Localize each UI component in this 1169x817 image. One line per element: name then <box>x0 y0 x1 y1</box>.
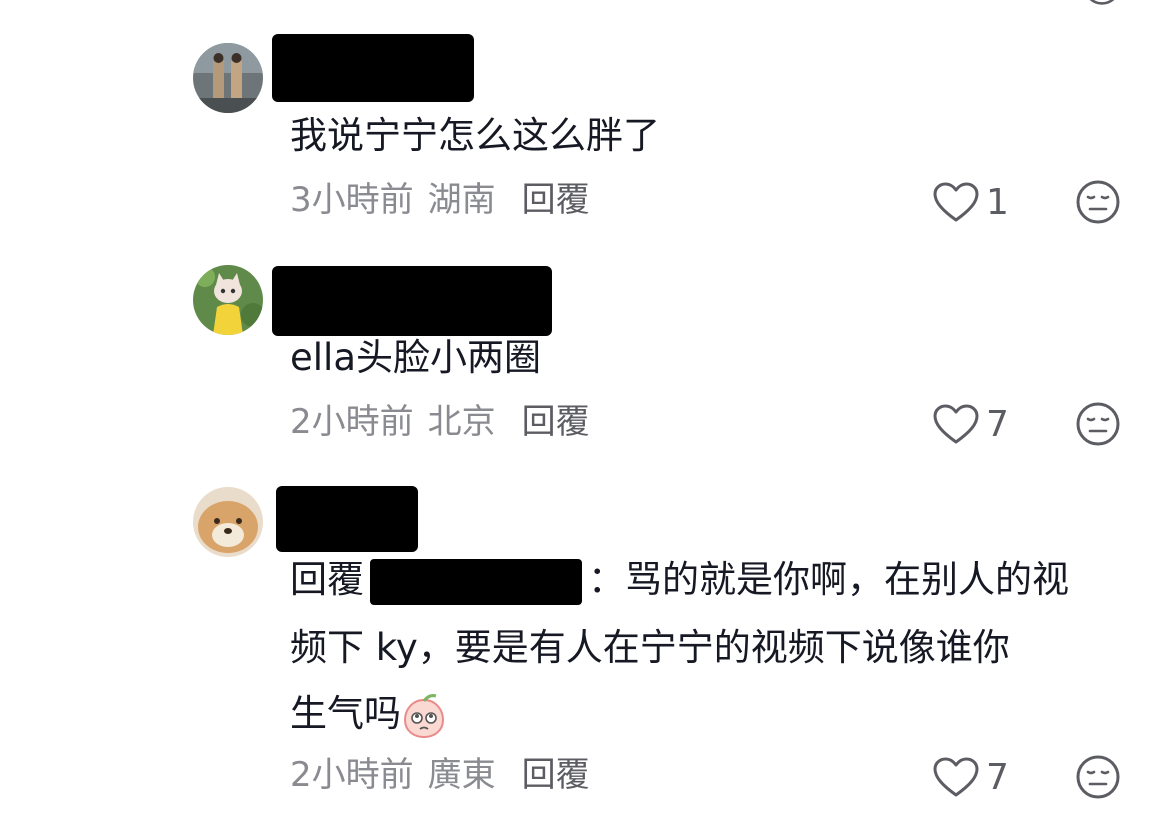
comment-time: 3小時前 <box>290 180 414 220</box>
colon: ： <box>588 558 625 601</box>
heart-icon <box>933 182 979 222</box>
like-count: 1 <box>986 181 1009 223</box>
comment-location: 廣東 <box>427 755 496 795</box>
comment-text: ella头脸小两圈 <box>290 336 541 379</box>
comment-text-line: 频下 ky，要是有人在宁宁的视频下说像谁你 <box>290 626 1010 669</box>
like-count: 7 <box>986 403 1009 445</box>
dislike-face-icon <box>1076 402 1120 446</box>
comment-text-line: 生气吗 <box>290 684 447 744</box>
comment-text: 骂的就是你啊，在别人的视 <box>625 558 1069 601</box>
dislike-face-icon <box>1076 755 1120 799</box>
comment-location: 湖南 <box>427 180 496 220</box>
redacted-username <box>272 34 474 102</box>
dislike-button[interactable] <box>1075 401 1121 447</box>
like-button[interactable]: 7 <box>932 402 1009 446</box>
dislike-face-icon[interactable] <box>1082 0 1122 6</box>
comment-time: 2小時前 <box>290 755 414 795</box>
comment-location: 北京 <box>427 402 496 442</box>
heart-icon <box>933 757 979 797</box>
redacted-username <box>272 266 552 336</box>
reply-button[interactable]: 回覆 <box>522 180 590 220</box>
comment-meta: 2小時前 廣東 回覆 <box>290 753 590 797</box>
reply-prefix: 回覆 <box>290 558 364 601</box>
avatar[interactable] <box>193 43 263 113</box>
dislike-button[interactable] <box>1075 754 1121 800</box>
like-button[interactable]: 1 <box>932 180 1009 224</box>
comment-text: 生气吗 <box>290 692 401 735</box>
avatar[interactable] <box>193 265 263 335</box>
comment-text-line: 回覆 ：骂的就是你啊，在别人的视 <box>290 550 1069 610</box>
like-count: 7 <box>986 756 1009 798</box>
reply-button[interactable]: 回覆 <box>522 402 590 442</box>
comment-meta: 2小時前 北京 回覆 <box>290 400 590 444</box>
redacted-username <box>276 486 418 552</box>
dislike-face-icon <box>1076 180 1120 224</box>
avatar[interactable] <box>193 487 263 557</box>
dislike-button[interactable] <box>1075 179 1121 225</box>
like-button[interactable]: 7 <box>932 755 1009 799</box>
heart-icon <box>933 404 979 444</box>
peach-emoji-icon <box>401 693 447 739</box>
reply-button[interactable]: 回覆 <box>522 755 590 795</box>
comment-time: 2小時前 <box>290 402 414 442</box>
redacted-mention <box>370 558 582 605</box>
comment-meta: 3小時前 湖南 回覆 <box>290 178 590 222</box>
comment-text: 我说宁宁怎么这么胖了 <box>290 114 660 157</box>
